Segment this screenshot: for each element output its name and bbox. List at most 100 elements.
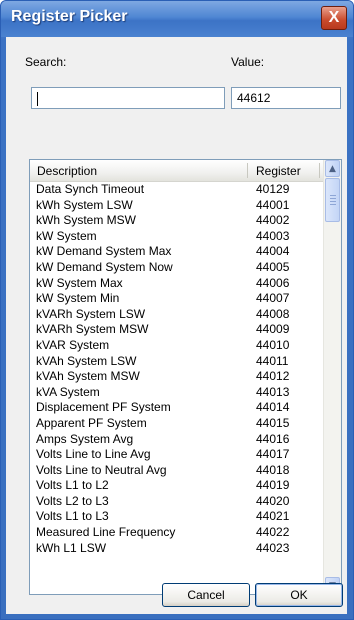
- row-register: 44016: [256, 431, 290, 446]
- row-register: 44001: [256, 197, 290, 212]
- row-description: Volts L1 to L2: [36, 478, 109, 493]
- table-row[interactable]: Volts Line to Neutral Avg 44018: [30, 463, 323, 479]
- close-icon: X: [328, 9, 340, 26]
- table-row[interactable]: Volts L1 to L3 44021: [30, 509, 323, 525]
- column-header-register[interactable]: Register: [256, 164, 301, 178]
- row-description: kWh System LSW: [36, 197, 133, 212]
- row-description: Data Synch Timeout: [36, 182, 145, 196]
- scroll-up-arrow-icon: ▲: [329, 163, 336, 174]
- column-header-description[interactable]: Description: [37, 164, 97, 178]
- thumb-grip: [330, 198, 336, 199]
- vertical-scrollbar[interactable]: ▲ ▼: [323, 160, 341, 594]
- search-label: Search:: [25, 55, 67, 69]
- row-description: kWh L1 LSW: [36, 540, 107, 555]
- table-row[interactable]: kVAh System LSW 44011: [30, 354, 323, 370]
- row-register: 44004: [256, 244, 290, 259]
- table-row[interactable]: kVARh System MSW 44009: [30, 322, 323, 338]
- row-register: 44006: [256, 275, 290, 290]
- register-picker-window: Register Picker X Search: Value: 44612 D…: [0, 0, 354, 620]
- row-register: 44023: [256, 540, 290, 555]
- row-description: Displacement PF System: [36, 400, 171, 415]
- table-row[interactable]: kVAR System 44010: [30, 338, 323, 354]
- dialog-body: Search: Value: 44612 Description Registe…: [6, 37, 347, 614]
- list-header: Description Register: [30, 160, 323, 182]
- table-row[interactable]: kW Demand System Now 44005: [30, 260, 323, 276]
- row-register: 44007: [256, 291, 290, 306]
- row-description: kW Demand System Max: [36, 244, 172, 259]
- scroll-up-button[interactable]: ▲: [325, 160, 340, 177]
- row-description: kWh System MSW: [36, 213, 137, 228]
- row-description: kVARh System MSW: [36, 322, 149, 337]
- value-label: Value:: [231, 55, 265, 69]
- row-description: kVAh System LSW: [36, 353, 137, 368]
- text-caret: [37, 91, 38, 106]
- value-field-text: 44612: [237, 91, 271, 105]
- table-row[interactable]: Volts L2 to L3 44020: [30, 494, 323, 510]
- row-description: Volts Line to Line Avg: [36, 447, 151, 462]
- table-row[interactable]: Amps System Avg 44016: [30, 432, 323, 448]
- row-register: 40129: [256, 182, 290, 196]
- row-description: kW System Max: [36, 275, 123, 290]
- scroll-thumb[interactable]: [325, 178, 340, 222]
- row-description: kW Demand System Now: [36, 259, 173, 274]
- row-register: 44019: [256, 478, 290, 493]
- table-row[interactable]: kW System 44003: [30, 229, 323, 245]
- table-row[interactable]: kWh System LSW 44001: [30, 198, 323, 214]
- row-description: kVARh System LSW: [36, 306, 146, 321]
- row-description: kVA System: [36, 384, 100, 399]
- column-divider[interactable]: [319, 163, 320, 178]
- table-row[interactable]: kVARh System LSW 44008: [30, 307, 323, 323]
- table-row[interactable]: kWh System MSW 44002: [30, 213, 323, 229]
- row-register: 44022: [256, 525, 290, 540]
- row-register: 44020: [256, 493, 290, 508]
- table-row[interactable]: Data Synch Timeout 40129: [30, 182, 323, 198]
- row-register: 44018: [256, 462, 290, 477]
- row-register: 44013: [256, 384, 290, 399]
- list-rows: Data Synch Timeout 40129 kWh System LSW 440…: [30, 182, 323, 556]
- row-register: 44021: [256, 509, 290, 524]
- value-field[interactable]: 44612: [231, 87, 341, 109]
- title-bar[interactable]: Register Picker X: [1, 1, 353, 37]
- window-title: Register Picker: [11, 8, 128, 25]
- table-row[interactable]: Volts Line to Line Avg 44017: [30, 447, 323, 463]
- row-register: 44010: [256, 337, 290, 352]
- table-row[interactable]: kW System Max 44006: [30, 276, 323, 292]
- row-register: 44014: [256, 400, 290, 415]
- thumb-grip: [330, 195, 336, 196]
- register-list[interactable]: Description Register Data Synch Timeout 4…: [29, 159, 342, 595]
- ok-button[interactable]: OK: [255, 583, 343, 607]
- table-row[interactable]: kW System Min 44007: [30, 291, 323, 307]
- table-row[interactable]: kVAh System MSW 44012: [30, 369, 323, 385]
- row-description: kVAh System MSW: [36, 369, 140, 384]
- row-register: 44009: [256, 322, 290, 337]
- row-register: 44017: [256, 447, 290, 462]
- column-divider[interactable]: [247, 163, 248, 178]
- table-row[interactable]: kVA System 44013: [30, 385, 323, 401]
- row-register: 44012: [256, 369, 290, 384]
- row-description: Volts L2 to L3: [36, 493, 109, 508]
- table-row[interactable]: kW Demand System Max 44004: [30, 244, 323, 260]
- row-description: kVAR System: [36, 337, 110, 352]
- row-register: 44002: [256, 213, 290, 228]
- row-register: 44003: [256, 228, 290, 243]
- row-description: Amps System Avg: [36, 431, 134, 446]
- row-register: 44005: [256, 259, 290, 274]
- row-description: Measured Line Frequency: [36, 525, 176, 540]
- search-input[interactable]: [31, 87, 225, 109]
- row-description: Volts L1 to L3: [36, 509, 109, 524]
- row-description: Volts Line to Neutral Avg: [36, 462, 167, 477]
- row-description: Apparent PF System: [36, 415, 147, 430]
- table-row[interactable]: Apparent PF System 44015: [30, 416, 323, 432]
- row-register: 44015: [256, 415, 290, 430]
- thumb-grip: [330, 204, 336, 205]
- table-row[interactable]: kWh L1 LSW 44023: [30, 541, 323, 557]
- row-description: kW System Min: [36, 291, 120, 306]
- row-register: 44008: [256, 306, 290, 321]
- table-row[interactable]: Measured Line Frequency 44022: [30, 525, 323, 541]
- table-row[interactable]: Volts L1 to L2 44019: [30, 478, 323, 494]
- close-button[interactable]: X: [321, 6, 347, 30]
- thumb-grip: [330, 201, 336, 202]
- row-register: 44011: [256, 353, 289, 368]
- table-row[interactable]: Displacement PF System 44014: [30, 400, 323, 416]
- cancel-button[interactable]: Cancel: [162, 583, 250, 607]
